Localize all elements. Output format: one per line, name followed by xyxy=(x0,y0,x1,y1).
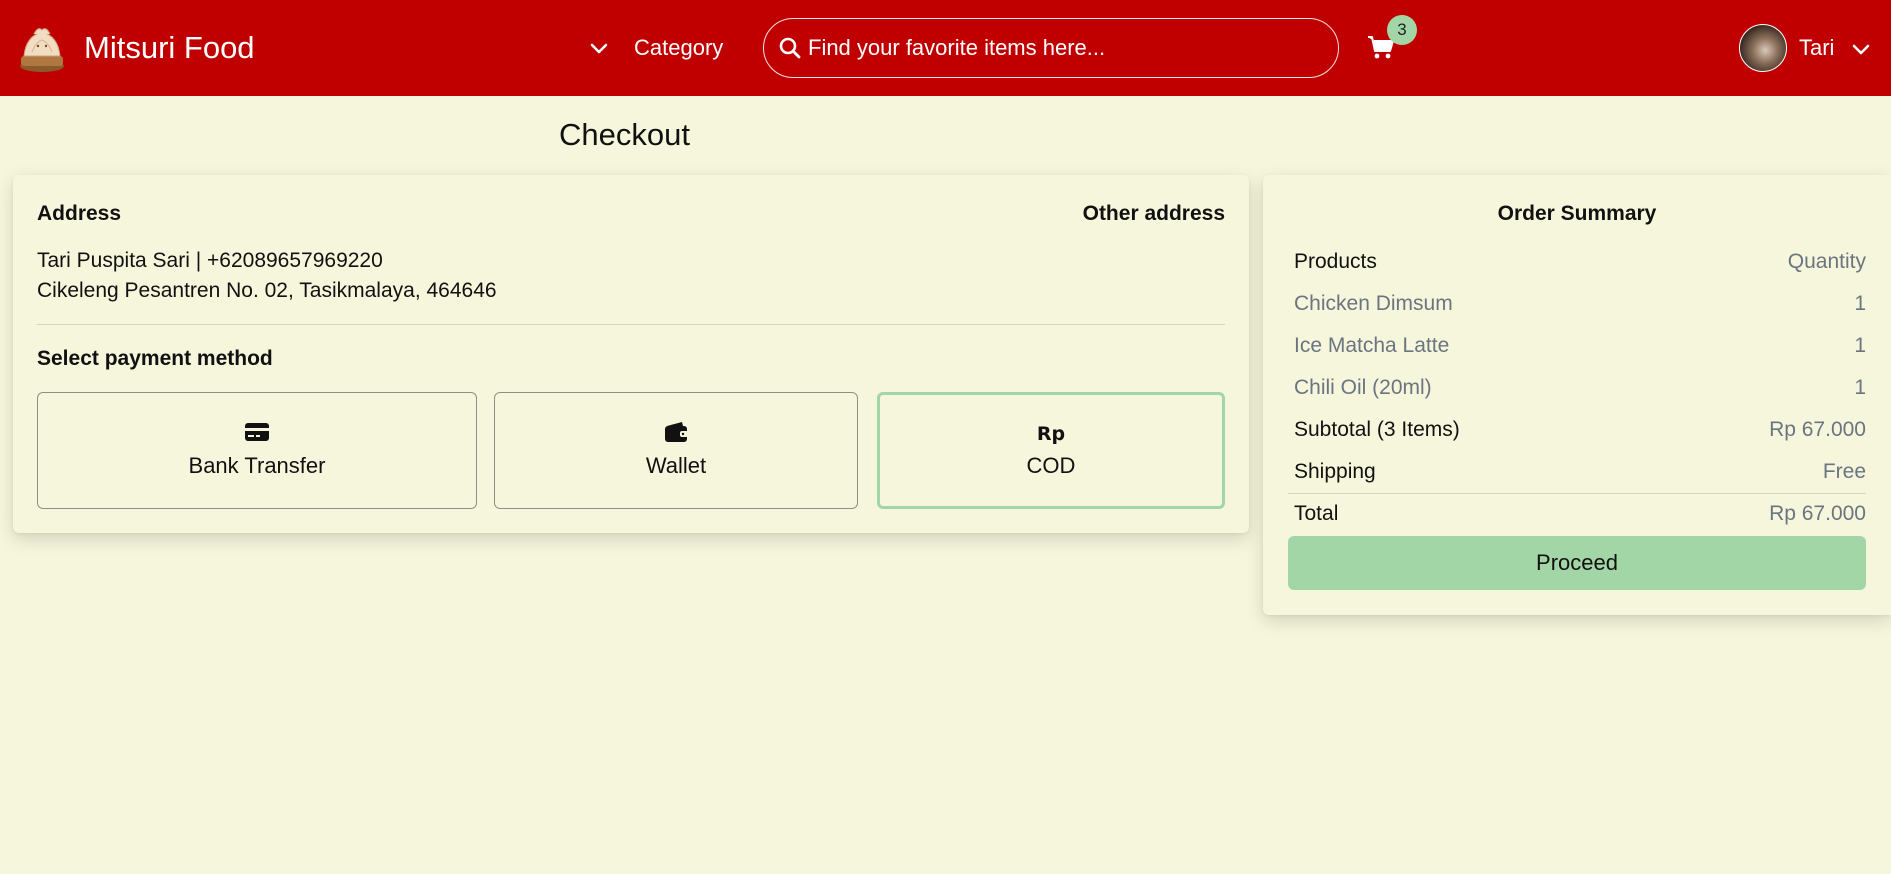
wallet-icon xyxy=(665,422,688,442)
total-value: Rp 67.000 xyxy=(1769,502,1866,525)
dimsum-logo-icon[interactable] xyxy=(16,22,68,74)
svg-text:Rp: Rp xyxy=(1037,423,1065,444)
item-name: Chicken Dimsum xyxy=(1294,292,1453,315)
address-heading: Address xyxy=(37,202,122,225)
search-bar xyxy=(763,18,1339,78)
category-menu[interactable]: Category xyxy=(634,34,723,62)
payment-option-label: Wallet xyxy=(645,453,707,478)
products-header: Products xyxy=(1294,250,1377,273)
summary-header-row: Products Quantity xyxy=(1294,248,1866,276)
shipping-row: Shipping Free xyxy=(1294,458,1866,486)
order-summary-card: Order Summary Products Quantity Chicken … xyxy=(1263,175,1891,615)
avatar[interactable] xyxy=(1739,24,1787,72)
subtotal-row: Subtotal (3 Items) Rp 67.000 xyxy=(1294,416,1866,444)
search-input[interactable] xyxy=(808,31,1308,65)
item-name: Ice Matcha Latte xyxy=(1294,334,1450,357)
shipping-value: Free xyxy=(1822,460,1866,483)
summary-item-row: Chicken Dimsum 1 xyxy=(1294,290,1866,318)
chevron-down-icon[interactable] xyxy=(1849,38,1873,60)
subtotal-value: Rp 67.000 xyxy=(1769,418,1866,441)
top-navbar: Mitsuri Food Category 3 Tari xyxy=(0,0,1891,96)
payment-option-label: COD xyxy=(1026,453,1076,478)
total-row: Total Rp 67.000 xyxy=(1294,500,1866,528)
search-icon xyxy=(779,37,801,59)
payment-option-bank-transfer[interactable]: Bank Transfer xyxy=(37,392,477,509)
chevron-down-icon[interactable] xyxy=(587,36,611,60)
address-name-phone: Tari Puspita Sari | +62089657969220 xyxy=(37,249,383,272)
payment-option-cod[interactable]: Rp COD xyxy=(877,392,1225,509)
item-quantity: 1 xyxy=(1854,376,1866,399)
cart-count-badge: 3 xyxy=(1387,15,1417,45)
summary-item-row: Chili Oil (20ml) 1 xyxy=(1294,374,1866,402)
checkout-card: Address Other address Tari Puspita Sari … xyxy=(13,175,1249,533)
order-summary-title: Order Summary xyxy=(1497,202,1657,225)
proceed-button[interactable]: Proceed xyxy=(1288,536,1866,590)
payment-option-label: Bank Transfer xyxy=(188,453,326,478)
payment-option-wallet[interactable]: Wallet xyxy=(494,392,858,509)
brand-name[interactable]: Mitsuri Food xyxy=(84,28,255,68)
subtotal-label: Subtotal (3 Items) xyxy=(1294,418,1460,441)
quantity-header: Quantity xyxy=(1787,250,1866,273)
divider xyxy=(37,324,1225,325)
other-address-link[interactable]: Other address xyxy=(1083,201,1225,227)
rupiah-icon: Rp xyxy=(1037,423,1065,444)
user-name[interactable]: Tari xyxy=(1799,34,1834,62)
item-quantity: 1 xyxy=(1854,292,1866,315)
item-name: Chili Oil (20ml) xyxy=(1294,376,1432,399)
divider xyxy=(1288,493,1866,494)
item-quantity: 1 xyxy=(1854,334,1866,357)
shipping-label: Shipping xyxy=(1294,460,1376,483)
address-street: Cikeleng Pesantren No. 02, Tasikmalaya, … xyxy=(37,279,497,302)
payment-method-heading: Select payment method xyxy=(37,347,273,370)
credit-card-icon xyxy=(245,423,269,441)
page-title: Checkout xyxy=(559,117,690,152)
total-label: Total xyxy=(1294,502,1339,525)
summary-item-row: Ice Matcha Latte 1 xyxy=(1294,332,1866,360)
